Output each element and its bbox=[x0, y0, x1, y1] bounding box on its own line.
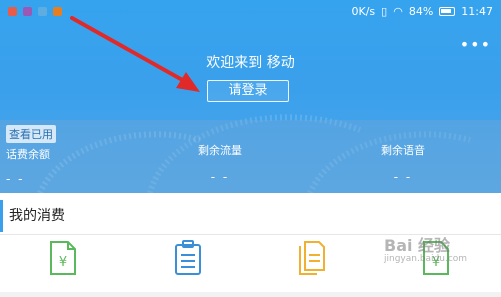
red-arrow-annotation bbox=[70, 16, 200, 92]
clipboard-list-icon[interactable] bbox=[173, 240, 203, 276]
bottom-divider bbox=[0, 292, 501, 297]
watermark-sub: jingyan.baidu.com bbox=[384, 254, 468, 264]
svg-text:¥: ¥ bbox=[59, 255, 67, 270]
watermark-text: Bai 经验 bbox=[384, 236, 451, 255]
yuan-document-icon[interactable]: ¥ bbox=[48, 240, 78, 276]
section-title: 我的消费 bbox=[0, 200, 501, 232]
copy-document-icon[interactable] bbox=[297, 240, 327, 276]
baidu-watermark: Bai 经验 jingyan.baidu.com bbox=[384, 232, 467, 264]
